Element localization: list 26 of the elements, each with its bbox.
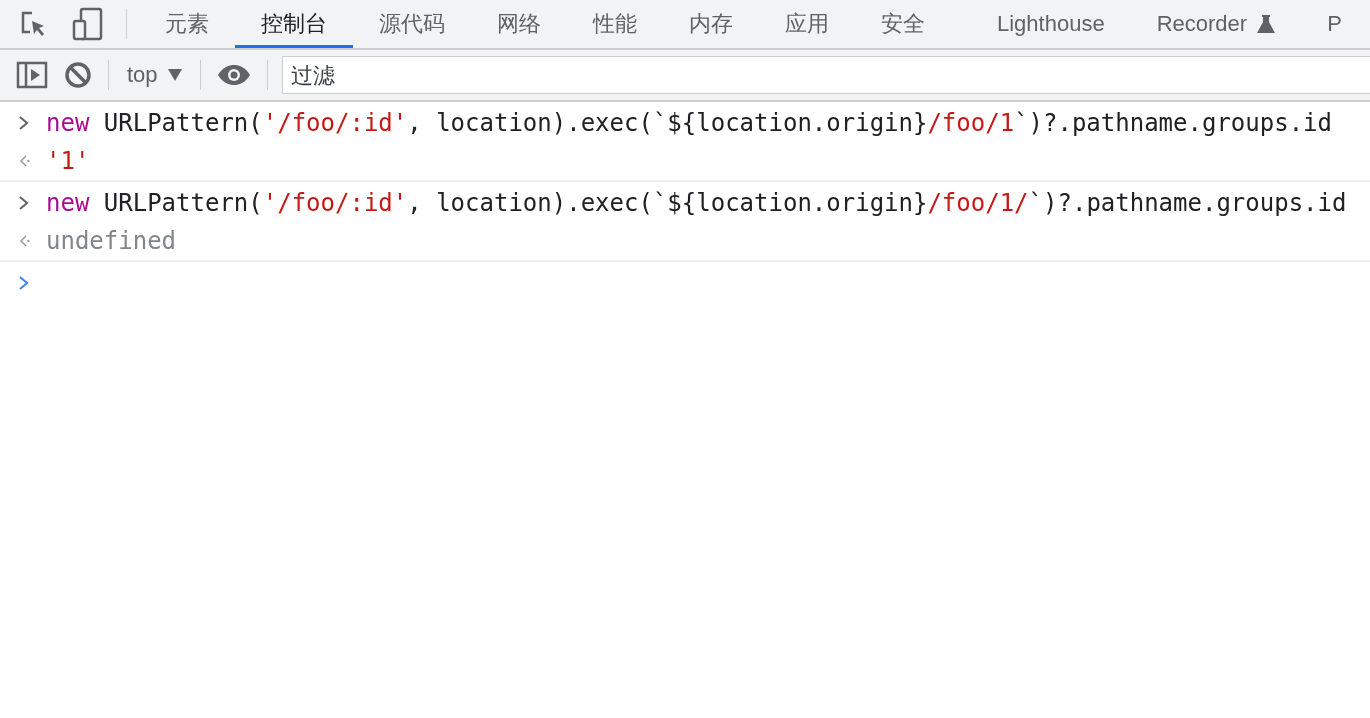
- return-arrow-icon: [18, 154, 30, 168]
- panel-tab[interactable]: 安全: [855, 0, 951, 48]
- chevron-icon: [18, 196, 30, 210]
- prompt-icon: [18, 276, 30, 290]
- eye-icon[interactable]: [216, 64, 251, 86]
- result-line: '1': [46, 147, 90, 175]
- panel-tab[interactable]: P: [1301, 0, 1368, 48]
- device-toolbar-icon[interactable]: [72, 7, 104, 41]
- code-line: new URLPattern('/foo/:id', location).exec(`${location.origin}/foo/1`)?.pathname.groups.id: [46, 109, 1332, 137]
- panel-tab[interactable]: 内存: [663, 0, 759, 48]
- panel-tab[interactable]: 网络: [471, 0, 567, 48]
- return-arrow-icon: [18, 234, 30, 248]
- panel-tab[interactable]: 应用: [759, 0, 855, 48]
- panel-tab[interactable]: Recorder: [1130, 0, 1302, 48]
- chevron-icon: [18, 116, 30, 130]
- code-line: new URLPattern('/foo/:id', location).exec(`${location.origin}/foo/1/`)?.pathname.groups.id: [46, 189, 1347, 217]
- panel-tab[interactable]: 性能: [567, 0, 663, 48]
- context-dropdown[interactable]: top: [125, 62, 184, 88]
- caret-icon: [167, 69, 182, 81]
- panel-tab[interactable]: Lighthouse: [951, 0, 1131, 48]
- panel-tab[interactable]: 元素: [139, 0, 235, 48]
- panel-tab[interactable]: 源代码: [353, 0, 471, 48]
- sidebar-toggle-icon[interactable]: [16, 61, 48, 89]
- clear-console-icon[interactable]: [64, 61, 92, 89]
- filter-field[interactable]: 过滤: [281, 56, 1370, 94]
- result-line: undefined: [46, 227, 177, 255]
